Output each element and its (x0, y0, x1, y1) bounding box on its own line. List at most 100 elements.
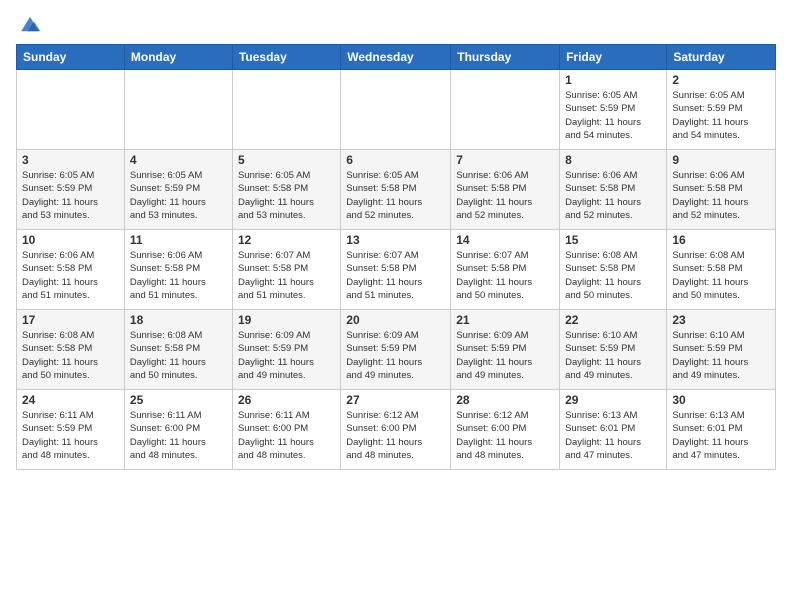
day-info: Sunrise: 6:05 AM Sunset: 5:59 PM Dayligh… (672, 89, 770, 142)
calendar-week-row: 24Sunrise: 6:11 AM Sunset: 5:59 PM Dayli… (17, 390, 776, 470)
calendar-cell: 23 Sunrise: 6:10 AM Sunset: 5:59 PM Dayli… (667, 310, 776, 390)
day-info: Sunrise: 6:10 AM Sunset: 5:59 PM Dayligh… (672, 329, 770, 382)
day-number: 20 (346, 313, 445, 327)
day-number: 3 (22, 153, 119, 167)
day-number: 27 (346, 393, 445, 407)
day-number: 12 (238, 233, 335, 247)
day-info: Sunrise: 6:05 AM Sunset: 5:59 PM Dayligh… (22, 169, 119, 222)
day-info: Sunrise: 6:08 AM Sunset: 5:58 PM Dayligh… (565, 249, 661, 302)
calendar-header-row: SundayMondayTuesdayWednesdayThursdayFrid… (17, 45, 776, 70)
weekday-header: Monday (124, 45, 232, 70)
day-number: 25 (130, 393, 227, 407)
calendar-cell: 2 Sunrise: 6:05 AM Sunset: 5:59 PM Daylig… (667, 70, 776, 150)
calendar-cell: 21 Sunrise: 6:09 AM Sunset: 5:59 PM Dayli… (451, 310, 560, 390)
header (16, 12, 776, 36)
calendar-cell: 13Sunrise: 6:07 AM Sunset: 5:58 PM Dayli… (341, 230, 451, 310)
day-number: 5 (238, 153, 335, 167)
day-info: Sunrise: 6:11 AM Sunset: 6:00 PM Dayligh… (130, 409, 227, 462)
day-number: 11 (130, 233, 227, 247)
day-number: 16 (672, 233, 770, 247)
day-info: Sunrise: 6:10 AM Sunset: 5:59 PM Dayligh… (565, 329, 661, 382)
calendar-cell: 19 Sunrise: 6:09 AM Sunset: 5:59 PM Dayli… (232, 310, 340, 390)
weekday-header: Friday (560, 45, 667, 70)
day-number: 1 (565, 73, 661, 87)
calendar-cell (341, 70, 451, 150)
calendar-cell: 1Sunrise: 6:05 AM Sunset: 5:59 PM Daylig… (560, 70, 667, 150)
day-number: 22 (565, 313, 661, 327)
day-number: 29 (565, 393, 661, 407)
day-number: 21 (456, 313, 554, 327)
calendar-cell: 25 Sunrise: 6:11 AM Sunset: 6:00 PM Dayli… (124, 390, 232, 470)
day-info: Sunrise: 6:05 AM Sunset: 5:58 PM Dayligh… (346, 169, 445, 222)
day-info: Sunrise: 6:08 AM Sunset: 5:58 PM Dayligh… (130, 329, 227, 382)
calendar-cell: 29 Sunrise: 6:13 AM Sunset: 6:01 PM Dayli… (560, 390, 667, 470)
calendar-cell: 17 Sunrise: 6:08 AM Sunset: 5:58 PM Dayli… (17, 310, 125, 390)
calendar-cell (17, 70, 125, 150)
calendar-week-row: 10 Sunrise: 6:06 AM Sunset: 5:58 PM Dayli… (17, 230, 776, 310)
day-info: Sunrise: 6:09 AM Sunset: 5:59 PM Dayligh… (346, 329, 445, 382)
day-number: 10 (22, 233, 119, 247)
weekday-header: Tuesday (232, 45, 340, 70)
day-info: Sunrise: 6:09 AM Sunset: 5:59 PM Dayligh… (456, 329, 554, 382)
day-number: 19 (238, 313, 335, 327)
weekday-header: Saturday (667, 45, 776, 70)
day-info: Sunrise: 6:08 AM Sunset: 5:58 PM Dayligh… (672, 249, 770, 302)
day-number: 17 (22, 313, 119, 327)
weekday-header: Wednesday (341, 45, 451, 70)
day-info: Sunrise: 6:06 AM Sunset: 5:58 PM Dayligh… (672, 169, 770, 222)
calendar-cell: 9 Sunrise: 6:06 AM Sunset: 5:58 PM Daylig… (667, 150, 776, 230)
day-number: 30 (672, 393, 770, 407)
day-info: Sunrise: 6:07 AM Sunset: 5:58 PM Dayligh… (238, 249, 335, 302)
day-info: Sunrise: 6:05 AM Sunset: 5:59 PM Dayligh… (130, 169, 227, 222)
day-number: 9 (672, 153, 770, 167)
calendar-cell (124, 70, 232, 150)
day-info: Sunrise: 6:09 AM Sunset: 5:59 PM Dayligh… (238, 329, 335, 382)
day-number: 4 (130, 153, 227, 167)
page: SundayMondayTuesdayWednesdayThursdayFrid… (0, 0, 792, 612)
logo (16, 12, 42, 36)
day-number: 2 (672, 73, 770, 87)
calendar-cell: 28Sunrise: 6:12 AM Sunset: 6:00 PM Dayli… (451, 390, 560, 470)
calendar-cell: 27 Sunrise: 6:12 AM Sunset: 6:00 PM Dayli… (341, 390, 451, 470)
day-info: Sunrise: 6:13 AM Sunset: 6:01 PM Dayligh… (672, 409, 770, 462)
calendar-cell: 26 Sunrise: 6:11 AM Sunset: 6:00 PM Dayli… (232, 390, 340, 470)
calendar-cell: 30 Sunrise: 6:13 AM Sunset: 6:01 PM Dayli… (667, 390, 776, 470)
weekday-header: Thursday (451, 45, 560, 70)
calendar-cell: 14 Sunrise: 6:07 AM Sunset: 5:58 PM Dayli… (451, 230, 560, 310)
calendar-cell: 22 Sunrise: 6:10 AM Sunset: 5:59 PM Dayli… (560, 310, 667, 390)
day-number: 23 (672, 313, 770, 327)
calendar-week-row: 17 Sunrise: 6:08 AM Sunset: 5:58 PM Dayli… (17, 310, 776, 390)
day-info: Sunrise: 6:06 AM Sunset: 5:58 PM Dayligh… (565, 169, 661, 222)
calendar-table: SundayMondayTuesdayWednesdayThursdayFrid… (16, 44, 776, 470)
calendar-cell: 20 Sunrise: 6:09 AM Sunset: 5:59 PM Dayli… (341, 310, 451, 390)
day-number: 7 (456, 153, 554, 167)
day-number: 24 (22, 393, 119, 407)
day-info: Sunrise: 6:13 AM Sunset: 6:01 PM Dayligh… (565, 409, 661, 462)
day-info: Sunrise: 6:12 AM Sunset: 6:00 PM Dayligh… (346, 409, 445, 462)
day-number: 28 (456, 393, 554, 407)
day-number: 14 (456, 233, 554, 247)
day-number: 6 (346, 153, 445, 167)
day-info: Sunrise: 6:06 AM Sunset: 5:58 PM Dayligh… (456, 169, 554, 222)
calendar-cell: 12 Sunrise: 6:07 AM Sunset: 5:58 PM Dayli… (232, 230, 340, 310)
calendar-cell: 10 Sunrise: 6:06 AM Sunset: 5:58 PM Dayli… (17, 230, 125, 310)
day-number: 18 (130, 313, 227, 327)
day-info: Sunrise: 6:06 AM Sunset: 5:58 PM Dayligh… (130, 249, 227, 302)
day-number: 15 (565, 233, 661, 247)
calendar-cell: 18 Sunrise: 6:08 AM Sunset: 5:58 PM Dayli… (124, 310, 232, 390)
calendar-cell: 16 Sunrise: 6:08 AM Sunset: 5:58 PM Dayli… (667, 230, 776, 310)
logo-icon (18, 12, 42, 36)
calendar-week-row: 3 Sunrise: 6:05 AM Sunset: 5:59 PM Daylig… (17, 150, 776, 230)
day-info: Sunrise: 6:07 AM Sunset: 5:58 PM Dayligh… (456, 249, 554, 302)
calendar-cell: 8Sunrise: 6:06 AM Sunset: 5:58 PM Daylig… (560, 150, 667, 230)
day-info: Sunrise: 6:07 AM Sunset: 5:58 PM Dayligh… (346, 249, 445, 302)
day-info: Sunrise: 6:06 AM Sunset: 5:58 PM Dayligh… (22, 249, 119, 302)
calendar-cell: 3 Sunrise: 6:05 AM Sunset: 5:59 PM Daylig… (17, 150, 125, 230)
weekday-header: Sunday (17, 45, 125, 70)
day-info: Sunrise: 6:11 AM Sunset: 6:00 PM Dayligh… (238, 409, 335, 462)
day-number: 26 (238, 393, 335, 407)
calendar-cell: 5 Sunrise: 6:05 AM Sunset: 5:58 PM Daylig… (232, 150, 340, 230)
day-info: Sunrise: 6:05 AM Sunset: 5:58 PM Dayligh… (238, 169, 335, 222)
calendar-cell: 6 Sunrise: 6:05 AM Sunset: 5:58 PM Daylig… (341, 150, 451, 230)
day-info: Sunrise: 6:08 AM Sunset: 5:58 PM Dayligh… (22, 329, 119, 382)
